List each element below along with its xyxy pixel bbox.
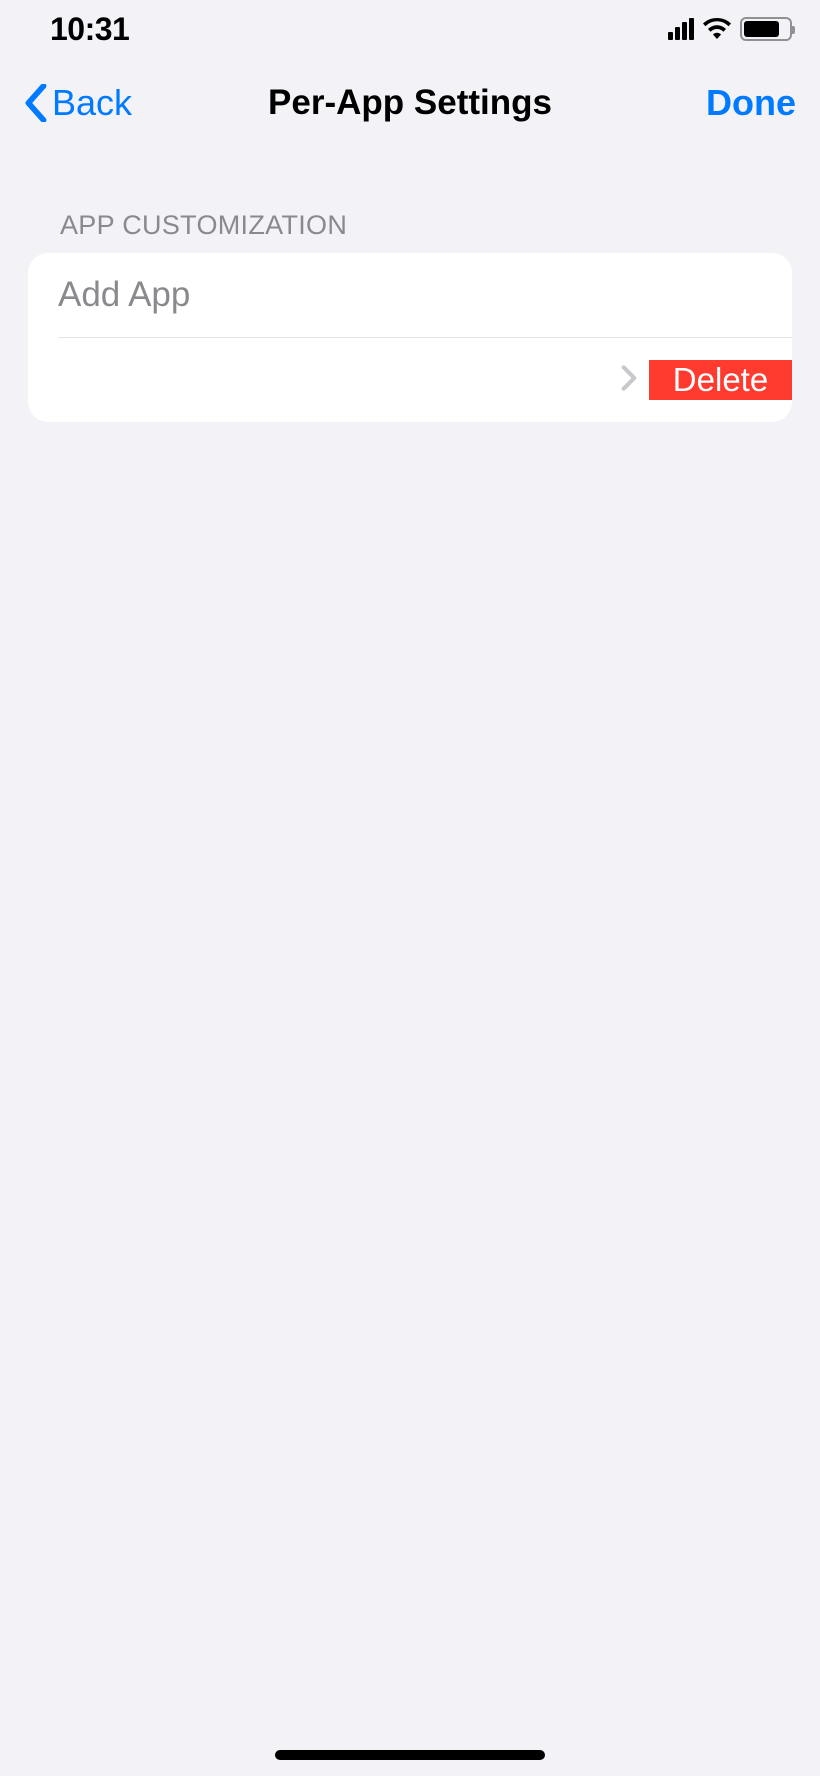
nav-bar: Back Per-App Settings Done — [0, 58, 820, 148]
delete-label: Delete — [673, 361, 768, 399]
delete-button[interactable]: Delete — [649, 360, 792, 400]
back-label: Back — [52, 82, 132, 124]
wifi-icon — [702, 18, 732, 40]
battery-icon — [740, 17, 792, 41]
content: App Customization Add App Safari Delete — [0, 148, 820, 422]
page-title: Per-App Settings — [268, 83, 552, 123]
status-indicators — [668, 17, 792, 41]
chevron-left-icon — [24, 84, 48, 122]
app-row[interactable]: Safari Delete — [28, 338, 792, 422]
chevron-right-icon — [621, 364, 637, 397]
status-time: 10:31 — [50, 11, 129, 48]
add-app-label: Add App — [58, 275, 190, 315]
home-indicator — [275, 1750, 545, 1760]
cellular-icon — [668, 18, 694, 40]
settings-group: Add App Safari Delete — [28, 253, 792, 422]
done-button[interactable]: Done — [706, 82, 796, 124]
back-button[interactable]: Back — [24, 82, 132, 124]
add-app-row[interactable]: Add App — [28, 253, 792, 337]
section-header: App Customization — [0, 210, 820, 253]
status-bar: 10:31 — [0, 0, 820, 58]
